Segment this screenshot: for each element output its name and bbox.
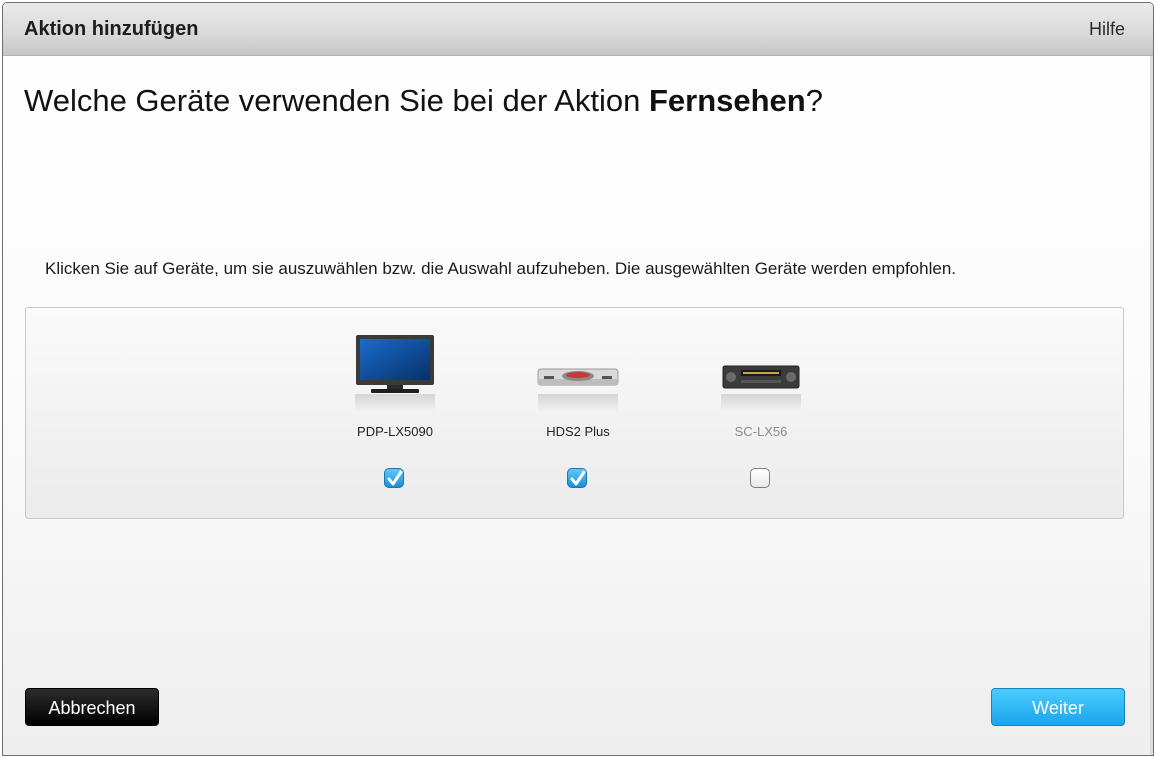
add-activity-dialog: Aktion hinzufügen Hilfe Welche Geräte ve… [2, 2, 1154, 756]
device-checkbox-hds2-plus[interactable] [567, 468, 587, 488]
activity-name: Fernsehen [648, 83, 806, 118]
television-icon [325, 332, 465, 412]
question-suffix: ? [805, 83, 823, 118]
device-reflection [538, 394, 618, 412]
help-link[interactable]: Hilfe [1089, 19, 1125, 40]
checkmark-icon [387, 470, 403, 486]
device-item-sc-lx56[interactable]: SC-LX56 [691, 332, 831, 502]
av-receiver-icon [691, 332, 831, 412]
device-reflection [721, 394, 801, 412]
device-item-hds2-plus[interactable]: HDS2 Plus [508, 332, 648, 502]
device-selection-panel: PDP-LX5090 HDS2 Plus SC-LX56 [25, 307, 1124, 519]
scrollbar[interactable] [1150, 56, 1153, 755]
device-name: HDS2 Plus [546, 424, 610, 439]
device-item-pdp-lx5090[interactable]: PDP-LX5090 [325, 332, 465, 502]
device-name: SC-LX56 [734, 424, 788, 439]
satellite-receiver-icon [508, 332, 648, 412]
device-name: PDP-LX5090 [357, 424, 433, 439]
checkmark-icon [570, 470, 586, 486]
device-checkbox-sc-lx56[interactable] [750, 468, 770, 488]
cancel-button[interactable]: Abbrechen [25, 688, 159, 726]
device-reflection [355, 394, 435, 412]
instruction-text: Klicken Sie auf Geräte, um sie auszuwähl… [45, 259, 956, 278]
question-prefix: Welche Geräte verwenden Sie bei der Akti… [24, 83, 649, 118]
dialog-title: Aktion hinzufügen [24, 18, 199, 40]
next-button[interactable]: Weiter [991, 688, 1125, 726]
device-checkbox-pdp-lx5090[interactable] [384, 468, 404, 488]
title-bar: Aktion hinzufügen Hilfe [3, 3, 1153, 56]
page-question: Welche Geräte verwenden Sie bei der Akti… [24, 83, 823, 119]
